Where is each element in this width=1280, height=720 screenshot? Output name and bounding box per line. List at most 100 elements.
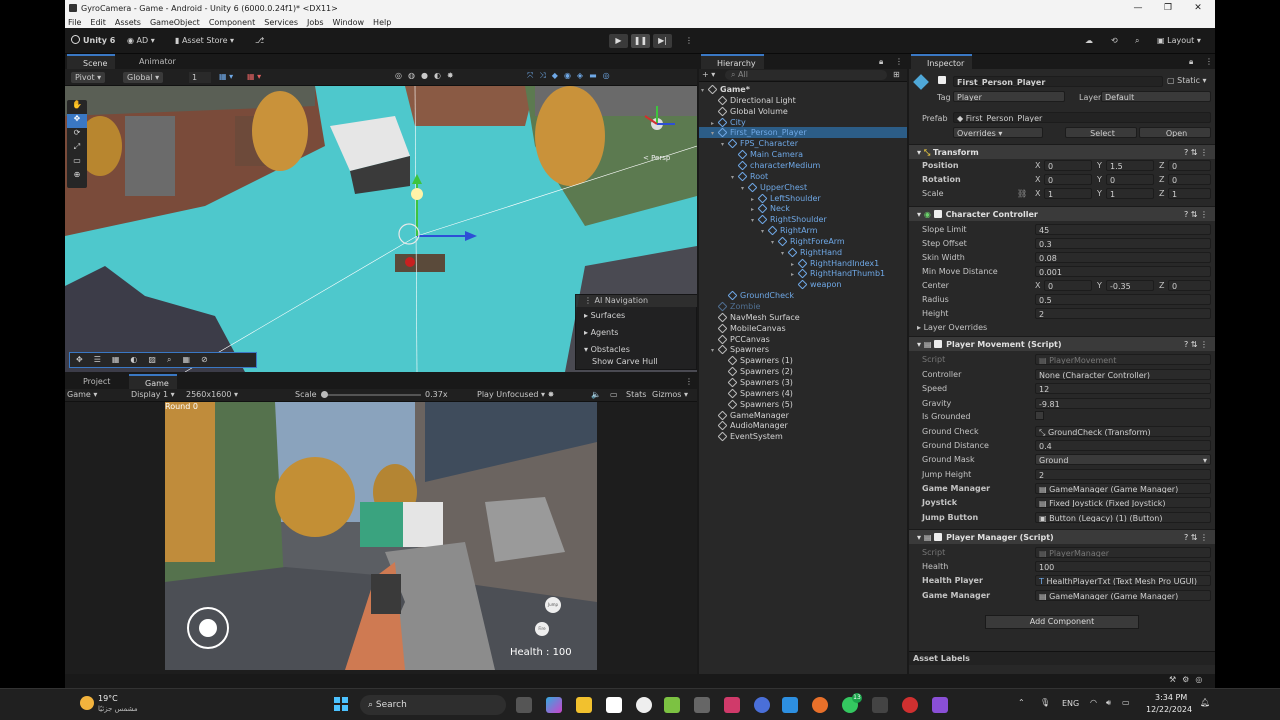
clock-time[interactable]: 3:34 PM (1155, 693, 1187, 702)
store-app-icon[interactable] (606, 697, 622, 713)
static-toggle[interactable]: ▢ Static ▾ (1167, 76, 1207, 85)
more-options-icon[interactable]: ⋮ (685, 32, 693, 50)
hierarchy-item[interactable]: ▸ City (711, 117, 746, 128)
hierarchy-item[interactable]: ▾ RightHand (781, 247, 842, 258)
global-dropdown[interactable]: Global ▾ (123, 72, 164, 83)
rect-tool-icon[interactable]: ▭ (67, 156, 87, 170)
hierarchy-item[interactable]: GameManager (711, 410, 789, 421)
hierarchy-item[interactable]: ▾ RightArm (761, 225, 817, 236)
hierarchy-item[interactable]: ▾ RightShoulder (751, 214, 827, 225)
tab-hierarchy[interactable]: Hierarchy (701, 54, 764, 69)
version-control-icon[interactable]: ⎇ (255, 32, 264, 50)
scale-slider-thumb[interactable] (321, 391, 328, 398)
component-settings-icons[interactable]: ? ⇅ ⋮ (1184, 530, 1208, 545)
hierarchy-item[interactable]: weapon (791, 279, 841, 290)
add-object-button[interactable]: + ▾ (702, 70, 715, 79)
hierarchy-item[interactable]: GroundCheck (721, 290, 794, 301)
transform-position-z-input[interactable]: 0 (1168, 160, 1211, 171)
active-checkbox[interactable] (938, 76, 950, 85)
menu-help[interactable]: Help (373, 18, 391, 27)
is-grounded-checkbox[interactable] (1035, 411, 1044, 420)
ground-mask-dropdown[interactable]: Ground ▾ (1035, 454, 1211, 465)
foldout-arrow-icon[interactable]: ▾ (711, 345, 719, 356)
menu-gameobject[interactable]: GameObject (150, 18, 200, 27)
health-player-field[interactable]: T HealthPlayerTxt (Text Mesh Pro UGUI) (1035, 575, 1211, 586)
media-app-icon[interactable] (724, 697, 740, 713)
fire-button[interactable]: Fire (535, 622, 549, 636)
hierarchy-item[interactable]: ▾ Root (731, 171, 768, 182)
slope-limit-input[interactable]: 45 (1035, 224, 1211, 235)
jump-button-field[interactable]: ▣ Button (Legacy) (1) (Button) (1035, 512, 1211, 523)
menu-assets[interactable]: Assets (115, 18, 141, 27)
transform-scale-x-input[interactable]: 1 (1044, 188, 1092, 199)
windows-start-icon[interactable] (334, 697, 348, 711)
component-settings-icons[interactable]: ? ⇅ ⋮ (1184, 145, 1208, 160)
menu-component[interactable]: Component (209, 18, 255, 27)
move-tool-icon[interactable]: ✥ (67, 114, 87, 128)
show-carve-hull-toggle[interactable]: Show Carve Hull (592, 357, 658, 366)
transform-rotation-y-input[interactable]: 0 (1106, 174, 1154, 185)
snap-icon[interactable]: ▦ ▾ (247, 72, 261, 81)
stats-button[interactable]: Stats (626, 390, 646, 399)
tab-project[interactable]: Project (67, 374, 118, 389)
resolution-dropdown[interactable]: 2560x1600 ▾ (186, 390, 238, 399)
add-component-button[interactable]: Add Component (985, 615, 1139, 629)
asset-labels-section[interactable]: Asset Labels (909, 651, 1215, 665)
hierarchy-item[interactable]: EventSystem (711, 431, 783, 442)
obs-icon[interactable] (636, 697, 652, 713)
menu-services[interactable]: Services (264, 18, 298, 27)
hierarchy-item[interactable]: ▸ Neck (751, 203, 790, 214)
hierarchy-item[interactable]: Spawners (1) (721, 355, 793, 366)
ai-nav-surfaces[interactable]: ▸ Surfaces (584, 311, 625, 320)
object-name-input[interactable]: First_Person_Player (953, 76, 1163, 87)
hierarchy-item[interactable]: Spawners (4) (721, 388, 793, 399)
scale-lock-icon[interactable]: ⛓ (1017, 189, 1027, 198)
scene-viewport[interactable]: < Persp ✋ ✥ ⟳ ⤢ ▭ ⊕ ⋮ AI Navigation ▸ Su… (65, 86, 697, 372)
microphone-icon[interactable]: 🎙︎ (1040, 698, 1050, 707)
overrides-dropdown[interactable]: Overrides ▾ (953, 127, 1043, 138)
minimize-button[interactable]: — (1123, 0, 1153, 16)
hierarchy-item[interactable]: Spawners (2) (721, 366, 793, 377)
layer-dropdown[interactable]: Default (1101, 91, 1211, 102)
close-button[interactable]: ✕ (1183, 0, 1213, 16)
display-dropdown[interactable]: Display 1 ▾ (131, 390, 175, 399)
transform-tool-icon[interactable]: ⊕ (67, 170, 87, 184)
transform-position-x-input[interactable]: 0 (1044, 160, 1092, 171)
play-button[interactable]: ▶ (609, 34, 628, 48)
player-movement-header[interactable]: ▾ ▤ Player Movement (Script)? ⇅ ⋮ (909, 336, 1215, 351)
gizmos-dropdown[interactable]: Gizmos ▾ (652, 390, 688, 399)
hierarchy-item[interactable]: ▾ FPS_Character (721, 138, 798, 149)
hierarchy-item[interactable]: PCCanvas (711, 334, 770, 345)
pivot-dropdown[interactable]: Pivot ▾ (71, 72, 106, 83)
hierarchy-item[interactable]: Directional Light (711, 95, 796, 106)
scale-slider[interactable] (321, 391, 421, 398)
hierarchy-item[interactable]: ▸ RightHandThumb1 (791, 268, 885, 279)
hierarchy-item[interactable]: AudioManager (711, 420, 788, 431)
grid-snap-input[interactable]: 1 (189, 72, 211, 83)
app-green-icon[interactable] (664, 697, 680, 713)
player-manager-enabled-checkbox[interactable] (934, 533, 943, 541)
radius-input[interactable]: 0.5 (1035, 294, 1211, 305)
unity-editor-icon[interactable] (872, 697, 888, 713)
center-y-input[interactable]: -0.35 (1106, 280, 1154, 291)
menu-file[interactable]: File (68, 18, 81, 27)
center-x-input[interactable]: 0 (1044, 280, 1092, 291)
status-icons[interactable]: ⚒⚙◎ (1169, 675, 1208, 684)
tab-scene[interactable]: Scene (67, 54, 116, 69)
player-manager-header[interactable]: ▾ ▤ Player Manager (Script)? ⇅ ⋮ (909, 529, 1215, 544)
inspector-lock-icon[interactable]: 🔒︎ (1189, 57, 1193, 67)
foldout-arrow-icon[interactable]: ▾ (721, 139, 729, 150)
transform-rotation-x-input[interactable]: 0 (1044, 174, 1092, 185)
account-dropdown[interactable]: ◉ AD ▾ (127, 32, 155, 50)
health-input[interactable]: 100 (1035, 561, 1211, 572)
transform-scale-z-input[interactable]: 1 (1168, 188, 1211, 199)
unity-hub-icon[interactable] (694, 697, 710, 713)
vscode-icon[interactable] (782, 697, 798, 713)
character-controller-header[interactable]: ▾ ◉ Character Controller? ⇅ ⋮ (909, 206, 1215, 221)
hierarchy-item[interactable]: ▾ Game* (701, 84, 750, 95)
step-button[interactable]: ▶| (653, 34, 672, 48)
transform-rotation-z-input[interactable]: 0 (1168, 174, 1211, 185)
wifi-icon[interactable]: ◠ (1090, 698, 1097, 707)
hierarchy-menu-icon[interactable]: ⋮ (895, 57, 903, 66)
hierarchy-item[interactable]: ▾ RightForeArm (771, 236, 845, 247)
